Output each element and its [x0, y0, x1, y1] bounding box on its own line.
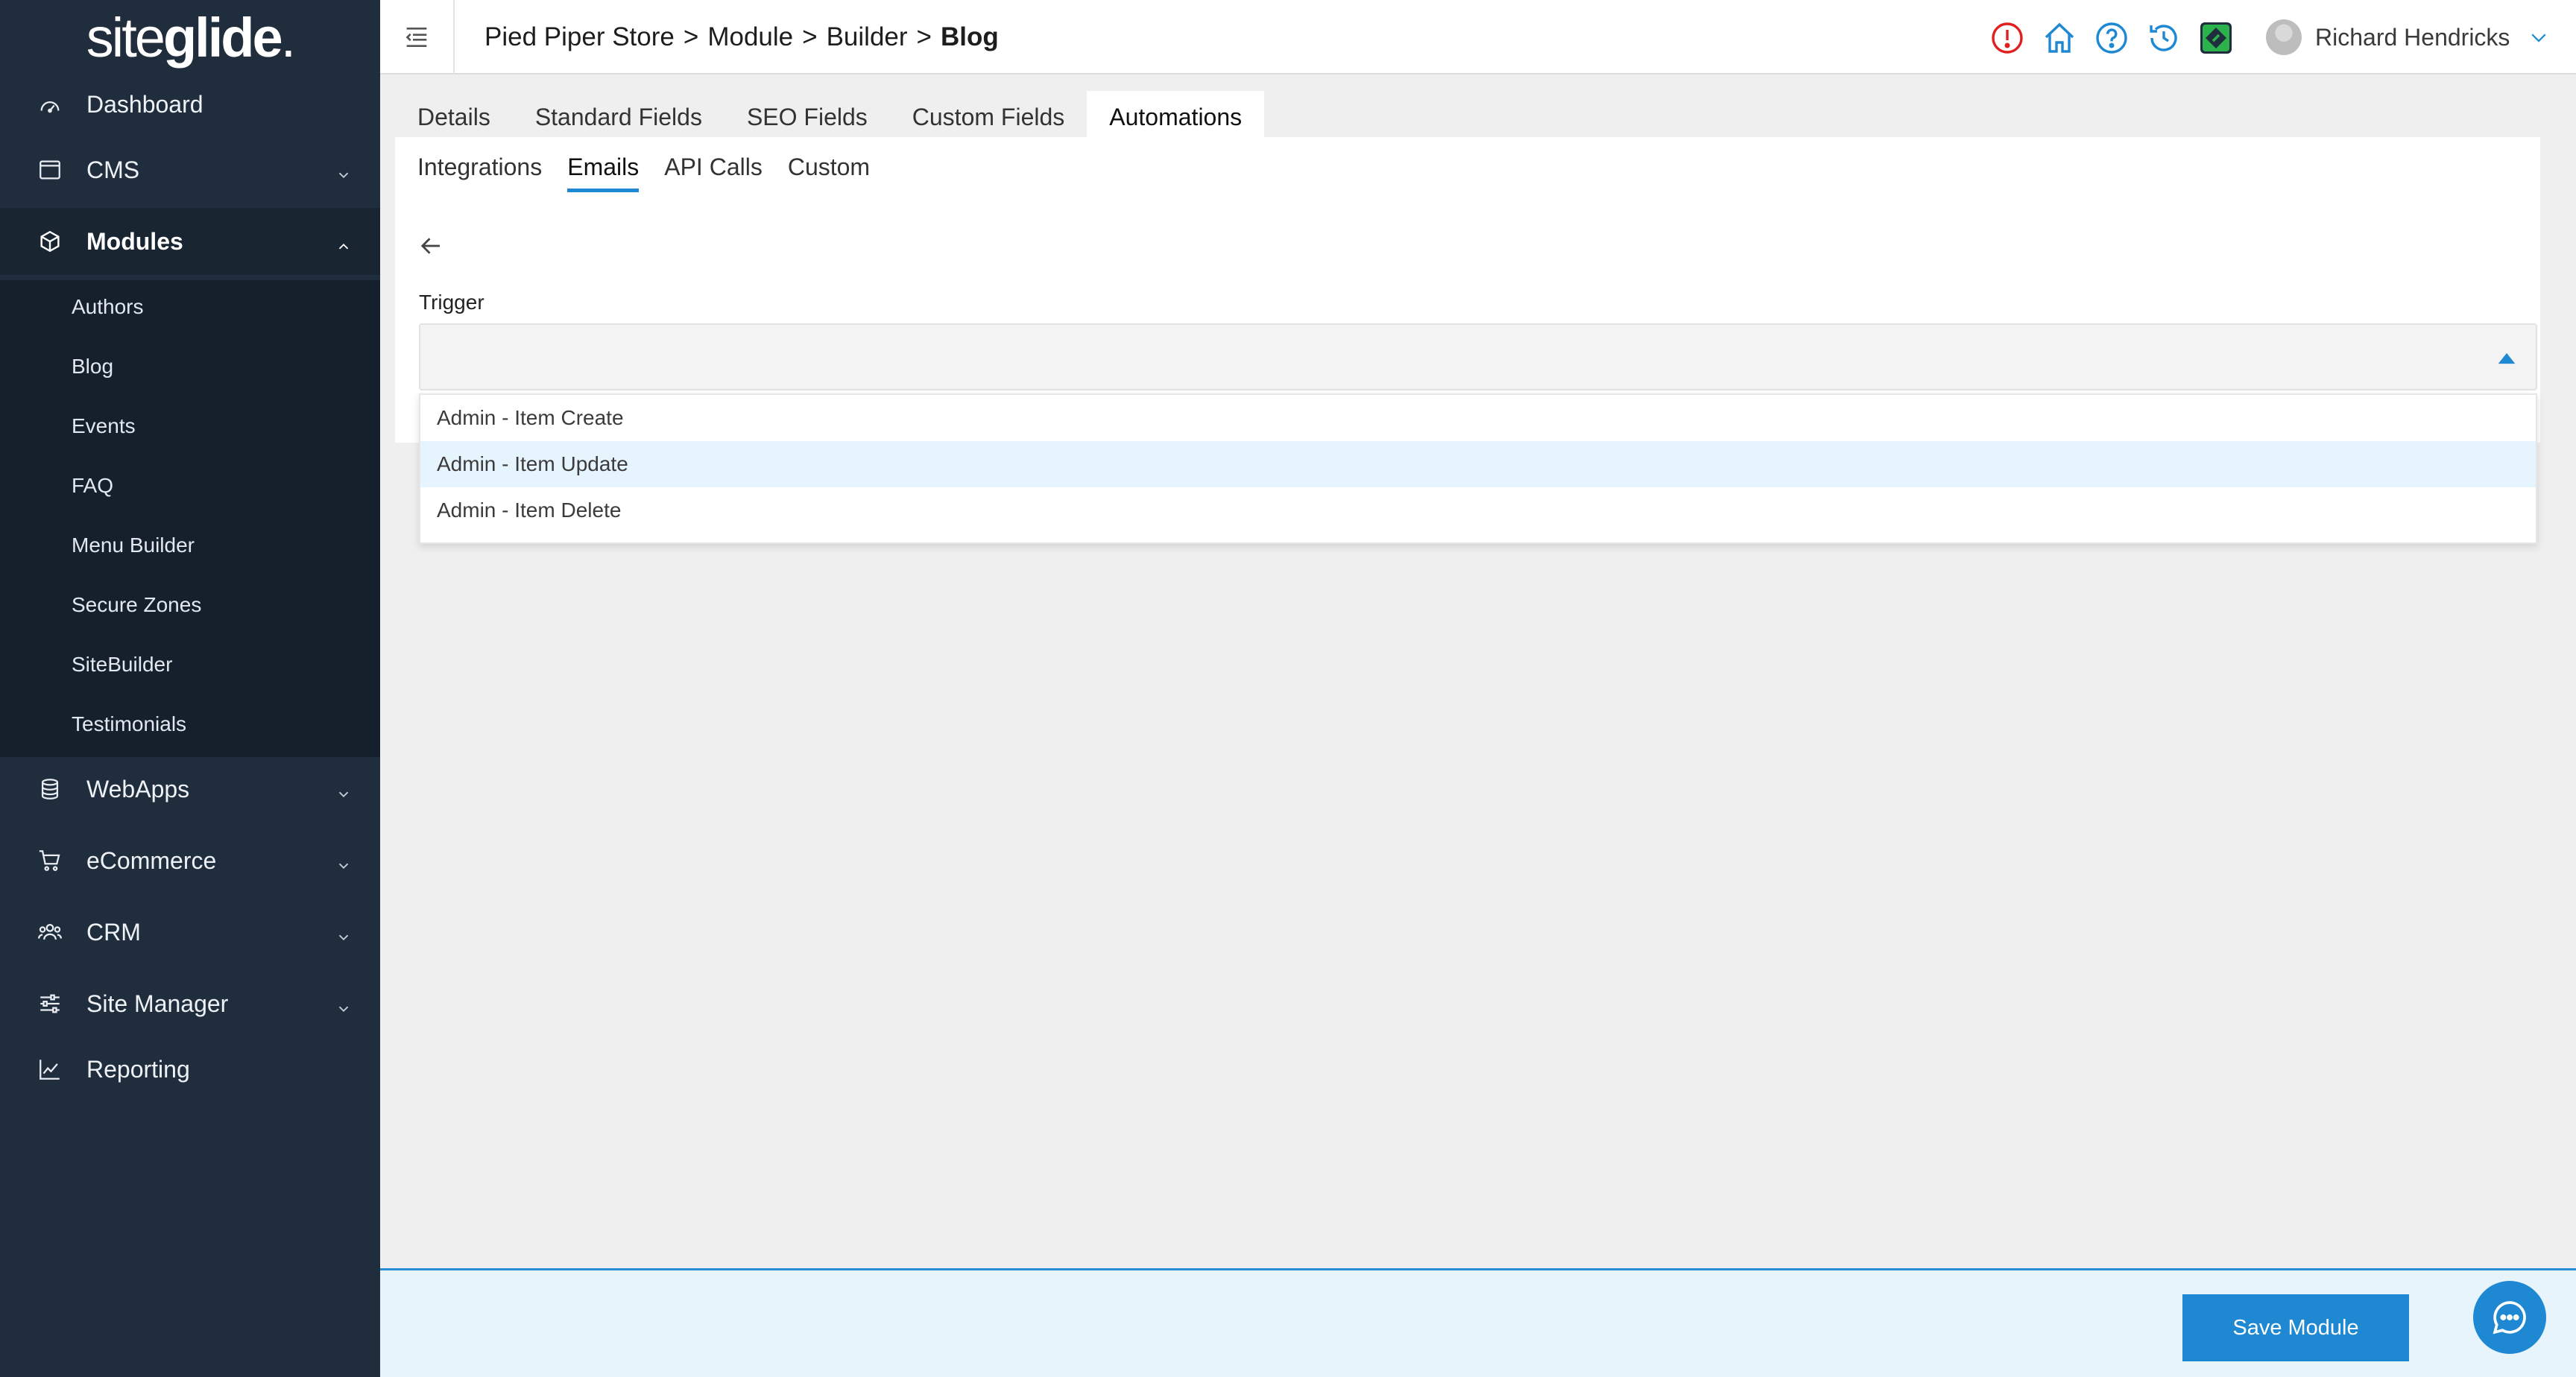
database-icon — [36, 775, 64, 803]
logo-text-dot: . — [280, 6, 296, 69]
tab-standard-fields[interactable]: Standard Fields — [513, 91, 724, 140]
chevron-down-icon — [335, 781, 352, 798]
logo-text-glide: glide — [162, 6, 283, 69]
alert-icon[interactable] — [1989, 19, 2026, 57]
submenu-item-menu-builder[interactable]: Menu Builder — [72, 531, 195, 560]
chat-bubble-icon — [2493, 1301, 2526, 1335]
avatar — [2266, 19, 2302, 55]
logo-text-site: site — [86, 6, 165, 69]
people-icon — [36, 918, 64, 946]
submenu-item-authors[interactable]: Authors — [72, 292, 144, 322]
submenu-item-blog[interactable]: Blog — [72, 352, 113, 382]
breadcrumb-item-builder[interactable]: Builder — [827, 22, 908, 52]
breadcrumb-separator: > — [683, 22, 699, 51]
tab-automations[interactable]: Automations — [1087, 91, 1265, 140]
submenu-item-events[interactable]: Events — [72, 411, 136, 441]
trigger-option-item-delete[interactable]: Admin - Item Delete — [420, 487, 2536, 534]
breadcrumb-item-current: Blog — [940, 22, 999, 51]
save-module-button[interactable]: Save Module — [2182, 1294, 2409, 1361]
subtab-api-calls[interactable]: API Calls — [664, 152, 763, 197]
sidebar-item-dashboard[interactable]: Dashboard — [0, 71, 380, 138]
caret-up-icon — [2494, 346, 2519, 371]
breadcrumb-separator: > — [916, 22, 932, 51]
modules-submenu: Authors Blog Events FAQ Menu Builder Sec… — [0, 280, 380, 757]
siteglide-app-icon[interactable] — [2197, 19, 2235, 57]
submenu-item-secure-zones[interactable]: Secure Zones — [72, 590, 201, 620]
sidebar-item-label: Reporting — [86, 1055, 190, 1083]
trigger-select[interactable] — [419, 323, 2537, 390]
chevron-up-icon — [335, 233, 352, 250]
arrow-left-icon — [420, 238, 440, 254]
sidebar-item-reporting[interactable]: Reporting — [0, 1036, 380, 1103]
header-icon-bar — [1989, 19, 2250, 57]
module-tabs: Details Standard Fields SEO Fields Custo… — [395, 88, 1265, 140]
chevron-down-icon — [335, 162, 352, 179]
sidebar-item-ecommerce[interactable]: eCommerce — [0, 827, 380, 894]
breadcrumb-item-store[interactable]: Pied Piper Store — [484, 22, 675, 52]
sidebar-item-label: CMS — [86, 156, 140, 183]
trigger-option-item-create[interactable]: Admin - Item Create — [420, 395, 2536, 441]
sidebar: site glide. Dashboard CMS Modules Authors… — [0, 0, 380, 1377]
breadcrumb-separator: > — [802, 22, 818, 51]
breadcrumb-item-module[interactable]: Module — [707, 22, 793, 52]
user-name: Richard Hendricks — [2315, 23, 2510, 51]
chat-button[interactable] — [2473, 1281, 2546, 1354]
sidebar-toggle-button[interactable] — [380, 0, 455, 75]
user-menu[interactable]: Richard Hendricks — [2266, 0, 2550, 75]
sidebar-item-label: WebApps — [86, 775, 190, 803]
tab-details[interactable]: Details — [395, 91, 513, 140]
menu-collapse-icon — [405, 28, 427, 47]
submenu-item-faq[interactable]: FAQ — [72, 471, 113, 501]
tab-seo-fields[interactable]: SEO Fields — [724, 91, 890, 140]
sidebar-item-modules[interactable]: Modules — [0, 208, 380, 275]
chevron-down-icon — [2528, 26, 2550, 48]
breadcrumb: Pied Piper Store > Module > Builder > Bl… — [484, 0, 999, 75]
top-bar: Pied Piper Store > Module > Builder > Bl… — [380, 0, 2576, 75]
chevron-down-icon — [335, 924, 352, 941]
cube-icon — [36, 227, 64, 256]
subtab-emails[interactable]: Emails — [567, 152, 640, 192]
siteglide-logo[interactable]: site glide. — [0, 0, 380, 75]
submenu-item-sitebuilder[interactable]: SiteBuilder — [72, 650, 172, 680]
subtab-integrations[interactable]: Integrations — [417, 152, 542, 197]
chevron-down-icon — [335, 852, 352, 870]
sidebar-item-label: eCommerce — [86, 846, 217, 874]
sidebar-item-cms[interactable]: CMS — [0, 136, 380, 203]
trigger-label: Trigger — [419, 291, 484, 314]
tab-custom-fields[interactable]: Custom Fields — [890, 91, 1087, 140]
automation-subtabs: Integrations Emails API Calls Custom — [417, 152, 895, 197]
help-icon[interactable] — [2093, 19, 2130, 57]
submenu-item-testimonials[interactable]: Testimonials — [72, 709, 186, 739]
sidebar-item-label: CRM — [86, 918, 141, 946]
dashboard-gauge-icon — [36, 90, 64, 118]
sidebar-item-label: Dashboard — [86, 90, 203, 118]
trigger-dropdown-menu: Admin - Item Create Admin - Item Update … — [419, 393, 2537, 544]
trigger-option-item-update[interactable]: Admin - Item Update — [420, 441, 2536, 487]
window-icon — [36, 156, 64, 184]
sliders-icon — [36, 990, 64, 1018]
subtab-custom[interactable]: Custom — [788, 152, 870, 197]
sidebar-item-crm[interactable]: CRM — [0, 899, 380, 966]
sidebar-item-label: Modules — [86, 227, 183, 255]
sidebar-item-label: Site Manager — [86, 990, 229, 1017]
back-button[interactable] — [417, 232, 447, 262]
home-icon[interactable] — [2041, 19, 2078, 57]
chart-line-icon — [36, 1055, 64, 1083]
history-icon[interactable] — [2145, 19, 2182, 57]
sidebar-item-webapps[interactable]: WebApps — [0, 756, 380, 823]
footer-bar: Save Module — [380, 1268, 2576, 1377]
chevron-down-icon — [335, 995, 352, 1013]
sidebar-item-site-manager[interactable]: Site Manager — [0, 970, 380, 1037]
cart-icon — [36, 846, 64, 875]
